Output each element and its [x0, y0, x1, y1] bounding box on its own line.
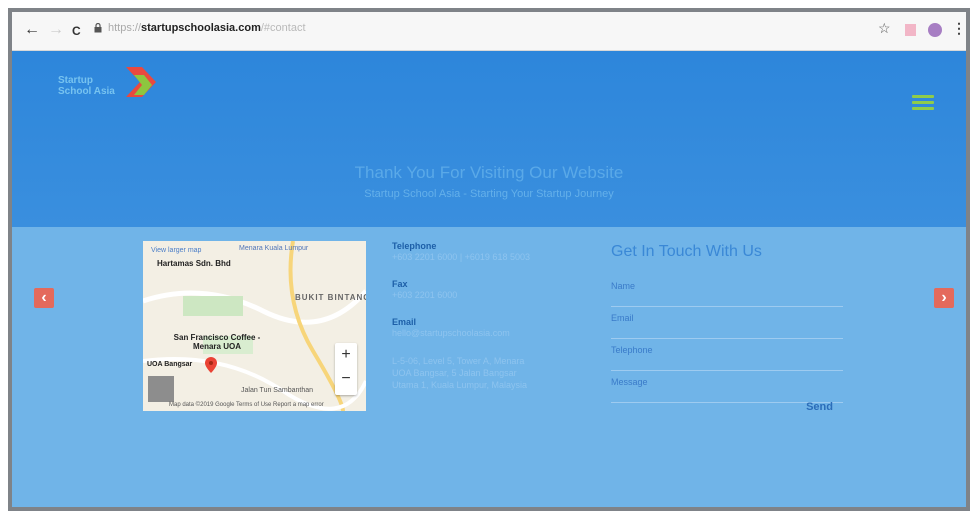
send-button[interactable]: Send [806, 401, 833, 413]
name-field[interactable]: Name [611, 275, 843, 307]
hamburger-menu-icon[interactable] [912, 95, 934, 113]
extension-icon[interactable] [905, 24, 916, 36]
fax-label: Fax [392, 279, 408, 289]
email-value[interactable]: hello@startupschoolasia.com [392, 327, 562, 339]
browser-menu-icon[interactable]: ⋮ [952, 20, 966, 37]
name-field-label: Name [611, 281, 636, 291]
map-place-label: Hartamas Sdn. Bhd [157, 259, 231, 268]
map-cafe-label: San Francisco Coffee - Menara UOA [173, 333, 261, 351]
logo-chevron-icon [126, 67, 156, 97]
message-field[interactable]: Message [611, 371, 843, 403]
email-field-label: Email [611, 313, 634, 323]
url-path: /#contact [260, 22, 306, 34]
map-district-label: BUKIT BINTANG [295, 293, 366, 302]
map-landmark-label: UOA Bangsar [147, 361, 193, 368]
telephone-field[interactable]: Telephone [611, 339, 843, 371]
profile-avatar[interactable] [928, 23, 942, 37]
telephone-value: +603 2201 6000 | +6019 618 5003 [392, 252, 530, 262]
email-label: Email [392, 317, 417, 327]
url-prefix: https:// [108, 22, 142, 34]
google-map[interactable]: View larger map Hartamas Sdn. Bhd Menara… [143, 241, 366, 411]
view-larger-map-link[interactable]: View larger map [151, 247, 201, 254]
reload-icon[interactable]: C [72, 22, 81, 40]
browser-toolbar: ← → C https://startupschoolasia.com/#con… [12, 12, 966, 51]
carousel-prev-button[interactable]: ‹ [34, 288, 54, 308]
lock-icon [94, 22, 102, 36]
forward-icon[interactable]: → [48, 21, 64, 39]
map-pin-icon[interactable] [205, 357, 217, 373]
email-field[interactable]: Email [611, 307, 843, 339]
message-field-label: Message [611, 377, 648, 387]
telephone-label: Telephone [392, 241, 437, 251]
fax-value: +603 2201 6000 [392, 290, 458, 300]
zoom-in-button[interactable]: + [335, 343, 357, 367]
carousel-next-button[interactable]: › [934, 288, 954, 308]
map-attribution[interactable]: Map data ©2019 Google Terms of Use Repor… [169, 402, 324, 408]
map-place-label: Menara Kuala Lumpur [239, 245, 309, 252]
browser-window: ← → C https://startupschoolasia.com/#con… [8, 8, 970, 511]
bookmark-star-icon[interactable]: ☆ [878, 20, 891, 37]
page-subtitle: Startup School Asia - Starting Your Star… [364, 188, 614, 200]
telephone-field-label: Telephone [611, 345, 653, 355]
page-title: Thank You For Visiting Our Website [354, 163, 624, 182]
contact-section: ‹ › View larger map Hartamas Sdn. Bhd Me… [12, 227, 966, 507]
url-host: startupschoolasia.com [141, 22, 261, 34]
page-header: Startup School Asia Thank You For Visiti… [12, 51, 966, 227]
address-bar[interactable]: https://startupschoolasia.com/#contact [108, 22, 306, 34]
zoom-out-button[interactable]: − [335, 367, 357, 391]
map-zoom-control: + − [335, 343, 357, 395]
back-icon[interactable]: ← [24, 21, 40, 39]
form-title: Get In Touch With Us [611, 243, 762, 260]
contact-form: Get In Touch With Us Name Email Telephon… [611, 243, 843, 413]
contact-details: Telephone +603 2201 6000 | +6019 618 500… [392, 241, 562, 407]
address-value: L-5-06, Level 5, Tower A, Menara UOA Ban… [392, 356, 528, 390]
map-street-label: Jalan Tun Sambanthan [241, 387, 313, 394]
